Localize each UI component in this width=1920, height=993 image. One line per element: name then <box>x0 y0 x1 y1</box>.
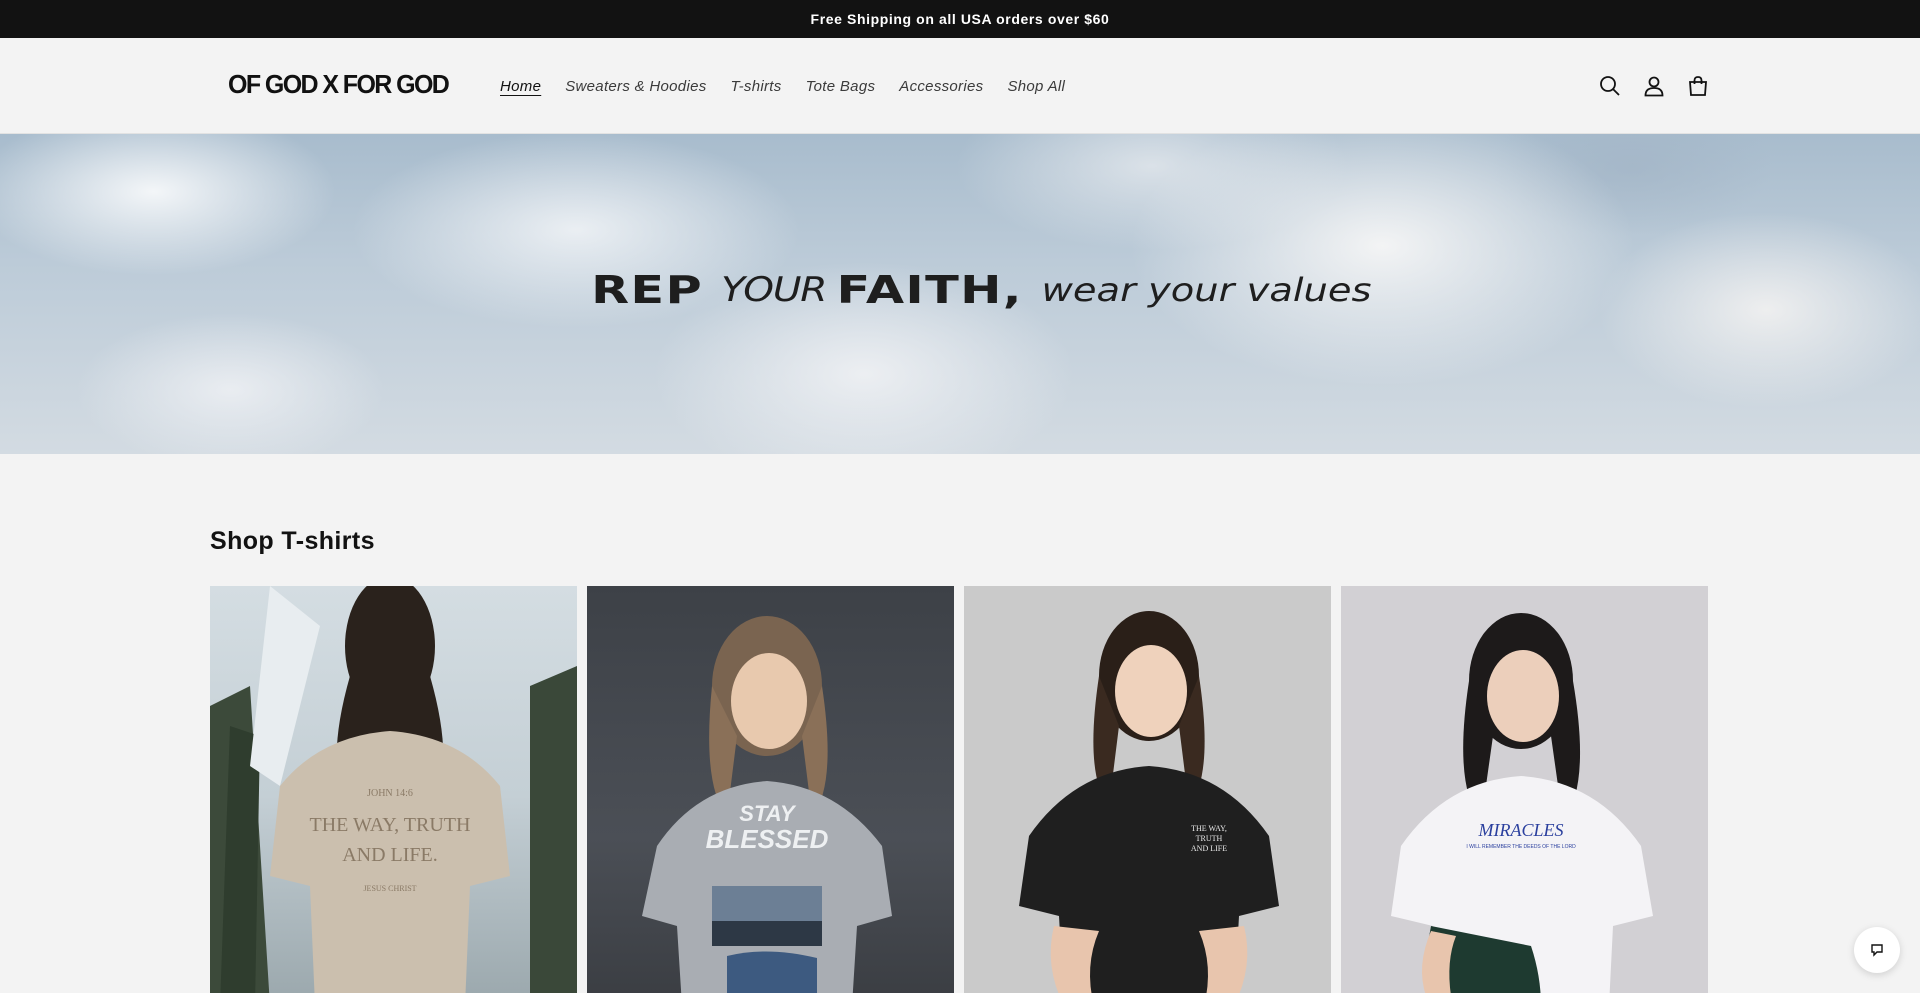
search-icon[interactable] <box>1598 74 1622 98</box>
svg-text:JOHN 14:6: JOHN 14:6 <box>367 788 413 799</box>
product-card[interactable]: MIRACLES I WILL REMEMBER THE DEEDS OF TH… <box>1341 586 1708 993</box>
svg-text:THE WAY, TRUTH: THE WAY, TRUTH <box>310 814 471 836</box>
section-title: Shop T-shirts <box>210 527 375 555</box>
svg-text:JESUS CHRIST: JESUS CHRIST <box>363 884 416 893</box>
hero-word-your: YOUR <box>721 270 827 310</box>
svg-text:STAY: STAY <box>739 801 797 826</box>
nav-shop-all[interactable]: Shop All <box>995 78 1077 95</box>
hero-headline: REP YOUR FAITH, wear your values <box>0 134 1920 454</box>
hero-tagline: wear your values <box>1041 271 1372 309</box>
product-image: JOHN 14:6 THE WAY, TRUTH AND LIFE. JESUS… <box>210 586 577 993</box>
cart-icon[interactable] <box>1686 74 1710 98</box>
nav-sweaters-hoodies[interactable]: Sweaters & Hoodies <box>553 78 718 95</box>
hero-banner: REP YOUR FAITH, wear your values <box>0 134 1920 454</box>
product-card[interactable]: THE WAY, TRUTH AND LIFE <box>964 586 1331 993</box>
hero-word-rep: REP <box>591 268 704 312</box>
announcement-text: Free Shipping on all USA orders over $60 <box>810 11 1110 27</box>
svg-text:I WILL REMEMBER THE DEEDS OF T: I WILL REMEMBER THE DEEDS OF THE LORD <box>1466 844 1576 850</box>
svg-text:TRUTH: TRUTH <box>1196 834 1223 843</box>
header-icons <box>1598 38 1710 134</box>
product-image: MIRACLES I WILL REMEMBER THE DEEDS OF TH… <box>1391 613 1653 993</box>
product-card[interactable]: JOHN 14:6 THE WAY, TRUTH AND LIFE. JESUS… <box>210 586 577 993</box>
main-nav: Home Sweaters & Hoodies T-shirts Tote Ba… <box>488 38 1077 134</box>
product-grid: JOHN 14:6 THE WAY, TRUTH AND LIFE. JESUS… <box>210 586 1710 993</box>
store-logo[interactable]: OF GOD X FOR GOD <box>228 71 450 101</box>
site-header: OF GOD X FOR GOD Home Sweaters & Hoodies… <box>0 38 1920 134</box>
chat-button[interactable] <box>1854 927 1900 973</box>
nav-home[interactable]: Home <box>488 78 553 95</box>
svg-text:AND LIFE.: AND LIFE. <box>342 844 438 866</box>
nav-tote-bags[interactable]: Tote Bags <box>794 78 888 95</box>
chat-icon <box>1871 944 1883 957</box>
svg-text:AND LIFE: AND LIFE <box>1191 844 1227 853</box>
nav-t-shirts[interactable]: T-shirts <box>719 78 794 95</box>
nav-accessories[interactable]: Accessories <box>887 78 995 95</box>
svg-text:BLESSED: BLESSED <box>706 824 829 854</box>
svg-text:THE WAY,: THE WAY, <box>1191 824 1227 833</box>
product-image: THE WAY, TRUTH AND LIFE <box>1019 611 1279 993</box>
hero-word-faith: FAITH, <box>836 268 1023 312</box>
product-card[interactable]: STAY BLESSED <box>587 586 954 993</box>
product-image: STAY BLESSED <box>642 616 892 993</box>
announcement-bar: Free Shipping on all USA orders over $60 <box>0 0 1920 38</box>
account-icon[interactable] <box>1642 74 1666 98</box>
svg-text:MIRACLES: MIRACLES <box>1478 820 1564 840</box>
